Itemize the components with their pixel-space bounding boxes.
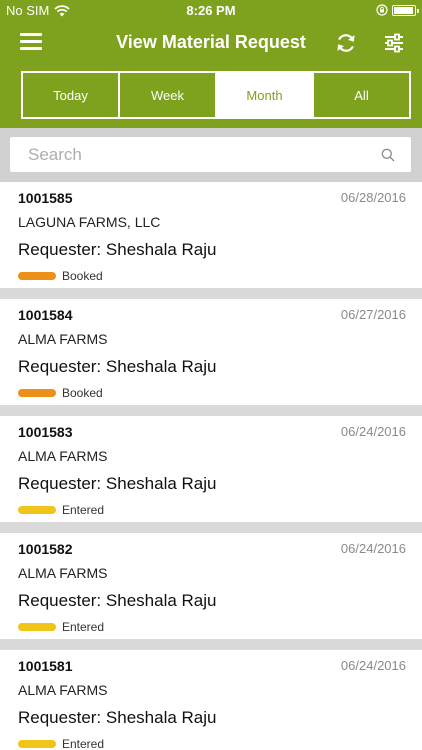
status-color-bar — [18, 740, 56, 748]
status-label: Entered — [62, 737, 105, 750]
requester-name: Sheshala Raju — [105, 357, 217, 376]
list-item[interactable]: 1001583 06/24/2016 ALMA FARMS Requester:… — [0, 416, 422, 522]
search-icon[interactable] — [381, 148, 395, 162]
requester: Requester: Sheshala Raju — [18, 708, 216, 728]
status-bar: No SIM 8:26 PM — [0, 0, 422, 22]
requester-label: Requester: — [18, 240, 102, 259]
battery-icon — [392, 4, 419, 16]
list-item[interactable]: 1001582 06/24/2016 ALMA FARMS Requester:… — [0, 533, 422, 639]
requester-name: Sheshala Raju — [105, 591, 217, 610]
status-badge: Entered — [18, 737, 104, 750]
requester: Requester: Sheshala Raju — [18, 474, 216, 494]
status-right — [376, 4, 419, 16]
nav-bar: View Material Request — [0, 22, 422, 66]
status-badge: Booked — [18, 386, 103, 400]
requester: Requester: Sheshala Raju — [18, 591, 216, 611]
status-label: Booked — [62, 269, 103, 283]
status-label: Entered — [62, 620, 105, 634]
requester: Requester: Sheshala Raju — [18, 357, 216, 377]
request-id: 1001582 — [18, 541, 73, 557]
tab-week[interactable]: Week — [120, 73, 217, 117]
status-badge: Entered — [18, 503, 104, 517]
filter-sliders-icon[interactable] — [382, 31, 406, 55]
search-box — [10, 137, 411, 172]
list-item[interactable]: 1001581 06/24/2016 ALMA FARMS Requester:… — [0, 650, 422, 750]
requester-name: Sheshala Raju — [105, 240, 217, 259]
request-id: 1001583 — [18, 424, 73, 440]
farm-name: ALMA FARMS — [18, 331, 108, 347]
status-badge: Booked — [18, 269, 103, 283]
request-list: 1001585 06/28/2016 LAGUNA FARMS, LLC Req… — [0, 182, 422, 750]
tab-label: All — [354, 87, 369, 103]
status-time: 8:26 PM — [186, 3, 236, 18]
tab-today[interactable]: Today — [23, 73, 120, 117]
list-item[interactable]: 1001584 06/27/2016 ALMA FARMS Requester:… — [0, 299, 422, 405]
requester-label: Requester: — [18, 591, 102, 610]
search-input[interactable] — [10, 137, 370, 172]
request-date: 06/27/2016 — [340, 307, 406, 322]
request-id: 1001581 — [18, 658, 73, 674]
farm-name: LAGUNA FARMS, LLC — [18, 214, 161, 230]
request-id: 1001585 — [18, 190, 73, 206]
farm-name: ALMA FARMS — [18, 682, 108, 698]
request-date: 06/28/2016 — [340, 190, 406, 205]
tab-label: Month — [246, 87, 283, 103]
tab-month[interactable]: Month — [217, 73, 314, 117]
list-item[interactable]: 1001585 06/28/2016 LAGUNA FARMS, LLC Req… — [0, 182, 422, 288]
farm-name: ALMA FARMS — [18, 565, 108, 581]
status-color-bar — [18, 389, 56, 397]
status-color-bar — [18, 272, 56, 280]
request-date: 06/24/2016 — [340, 541, 406, 556]
page-title: View Material Request — [116, 32, 306, 52]
farm-name: ALMA FARMS — [18, 448, 108, 464]
request-id: 1001584 — [18, 307, 73, 323]
status-label: Entered — [62, 503, 105, 517]
refresh-icon[interactable] — [334, 31, 358, 55]
status-badge: Entered — [18, 620, 104, 634]
status-label: Booked — [62, 386, 103, 400]
requester-name: Sheshala Raju — [105, 708, 217, 727]
date-range-tabs: Today Week Month All — [21, 71, 411, 119]
requester-name: Sheshala Raju — [105, 474, 217, 493]
lock-rotation-icon — [376, 4, 388, 16]
tab-label: Today — [53, 87, 88, 103]
battery-fill — [394, 6, 413, 14]
tab-all[interactable]: All — [314, 73, 409, 117]
status-color-bar — [18, 506, 56, 514]
requester-label: Requester: — [18, 708, 102, 727]
search-bar — [0, 128, 422, 182]
requester-label: Requester: — [18, 474, 102, 493]
tab-label: Week — [151, 87, 184, 103]
request-date: 06/24/2016 — [340, 424, 406, 439]
status-color-bar — [18, 623, 56, 631]
request-date: 06/24/2016 — [340, 658, 406, 673]
requester-label: Requester: — [18, 357, 102, 376]
requester: Requester: Sheshala Raju — [18, 240, 216, 260]
